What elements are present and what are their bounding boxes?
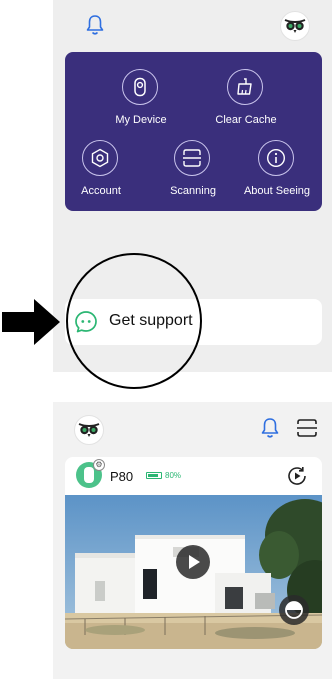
menu-screen: My Device Clear Cache Account Scanning A… [53,0,332,372]
menu-card: My Device Clear Cache Account Scanning A… [65,52,322,211]
ptz-icon[interactable] [278,594,310,626]
get-support-button[interactable]: Get support [65,299,322,345]
menu-item-label: About Seeing [243,185,311,197]
menu-item-about-seeing[interactable]: About Seeing [229,140,325,204]
chat-bubble-icon [75,311,97,333]
bell-icon[interactable] [260,417,280,439]
battery-level: 80% [165,471,182,480]
owl-logo-icon[interactable] [74,415,104,445]
play-icon[interactable] [175,544,211,580]
playback-icon[interactable] [286,465,308,487]
bell-icon[interactable] [85,14,105,36]
menu-item-clear-cache[interactable]: Clear Cache [198,69,294,133]
menu-item-label: Clear Cache [215,114,277,126]
device-icon [122,69,158,105]
owl-logo-icon[interactable] [280,11,310,41]
battery-icon [146,472,162,479]
broom-icon [227,69,263,105]
settings-gear-icon[interactable]: ⚙ [93,459,105,471]
pointer-arrow-icon [2,299,60,345]
device-card[interactable]: ⚙ P80 80% [65,457,322,649]
device-name: P80 [110,469,134,484]
hexagon-icon [82,140,118,176]
home-screen: ⚙ P80 80% [53,402,332,679]
info-icon [258,140,294,176]
menu-top-bar [53,0,332,50]
scan-icon [174,140,210,176]
device-header: ⚙ P80 80% [65,457,322,495]
scan-icon[interactable] [296,418,318,438]
menu-item-label: My Device [115,114,167,126]
camera-device-icon: ⚙ [76,459,105,488]
menu-item-my-device[interactable]: My Device [93,69,189,133]
get-support-label: Get support [109,312,193,329]
